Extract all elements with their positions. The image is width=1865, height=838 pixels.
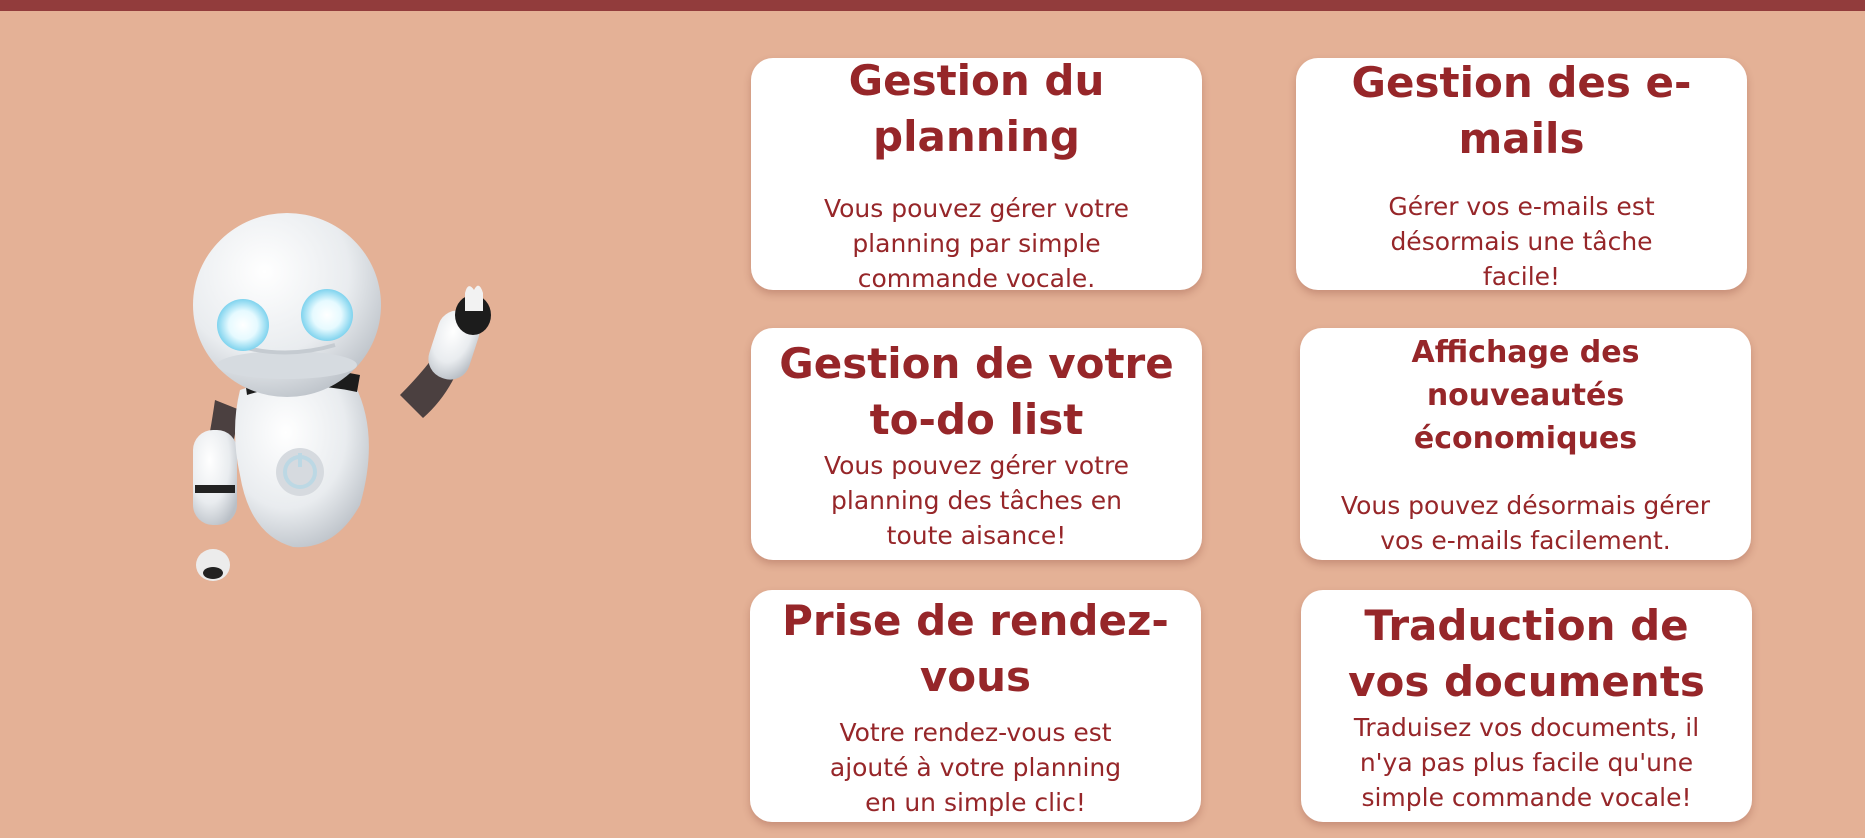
feature-card-news: Affichage des nouveautés économiques Vou… bbox=[1300, 328, 1751, 560]
feature-description: Vous pouvez gérer votre planning par sim… bbox=[823, 193, 1130, 293]
feature-title: Gestion de votre to-do list bbox=[779, 338, 1174, 444]
feature-title: Traduction de vos documents bbox=[1348, 600, 1705, 706]
feature-description: Votre rendez-vous est ajouté à votre pla… bbox=[829, 717, 1122, 817]
feature-card-translation: Traduction de vos documents Traduisez vo… bbox=[1301, 590, 1752, 822]
feature-card-planning: Gestion du planning Vous pouvez gérer vo… bbox=[751, 56, 1202, 293]
feature-description: Gérer vos e-mails est désormais une tâch… bbox=[1388, 191, 1655, 291]
feature-description: Traduisez vos documents, il n'ya pas plu… bbox=[1353, 712, 1700, 812]
feature-card-todo: Gestion de votre to-do list Vous pouvez … bbox=[751, 328, 1202, 560]
feature-title: Gestion du planning bbox=[848, 55, 1105, 161]
top-bar bbox=[0, 0, 1865, 11]
feature-description: Vous pouvez gérer votre planning des tâc… bbox=[823, 450, 1130, 550]
feature-description: Vous pouvez désormais gérer vos e-mails … bbox=[1340, 490, 1711, 555]
feature-title: Gestion des e-mails bbox=[1351, 57, 1692, 163]
robot-illustration bbox=[193, 213, 491, 581]
feature-title: Prise de rendez-vous bbox=[782, 595, 1169, 701]
feature-card-emails: Gestion des e-mails Gérer vos e-mails es… bbox=[1296, 57, 1747, 291]
feature-title: Affichage des nouveautés économiques bbox=[1411, 334, 1640, 456]
feature-card-appointments: Prise de rendez-vous Votre rendez-vous e… bbox=[750, 590, 1201, 822]
